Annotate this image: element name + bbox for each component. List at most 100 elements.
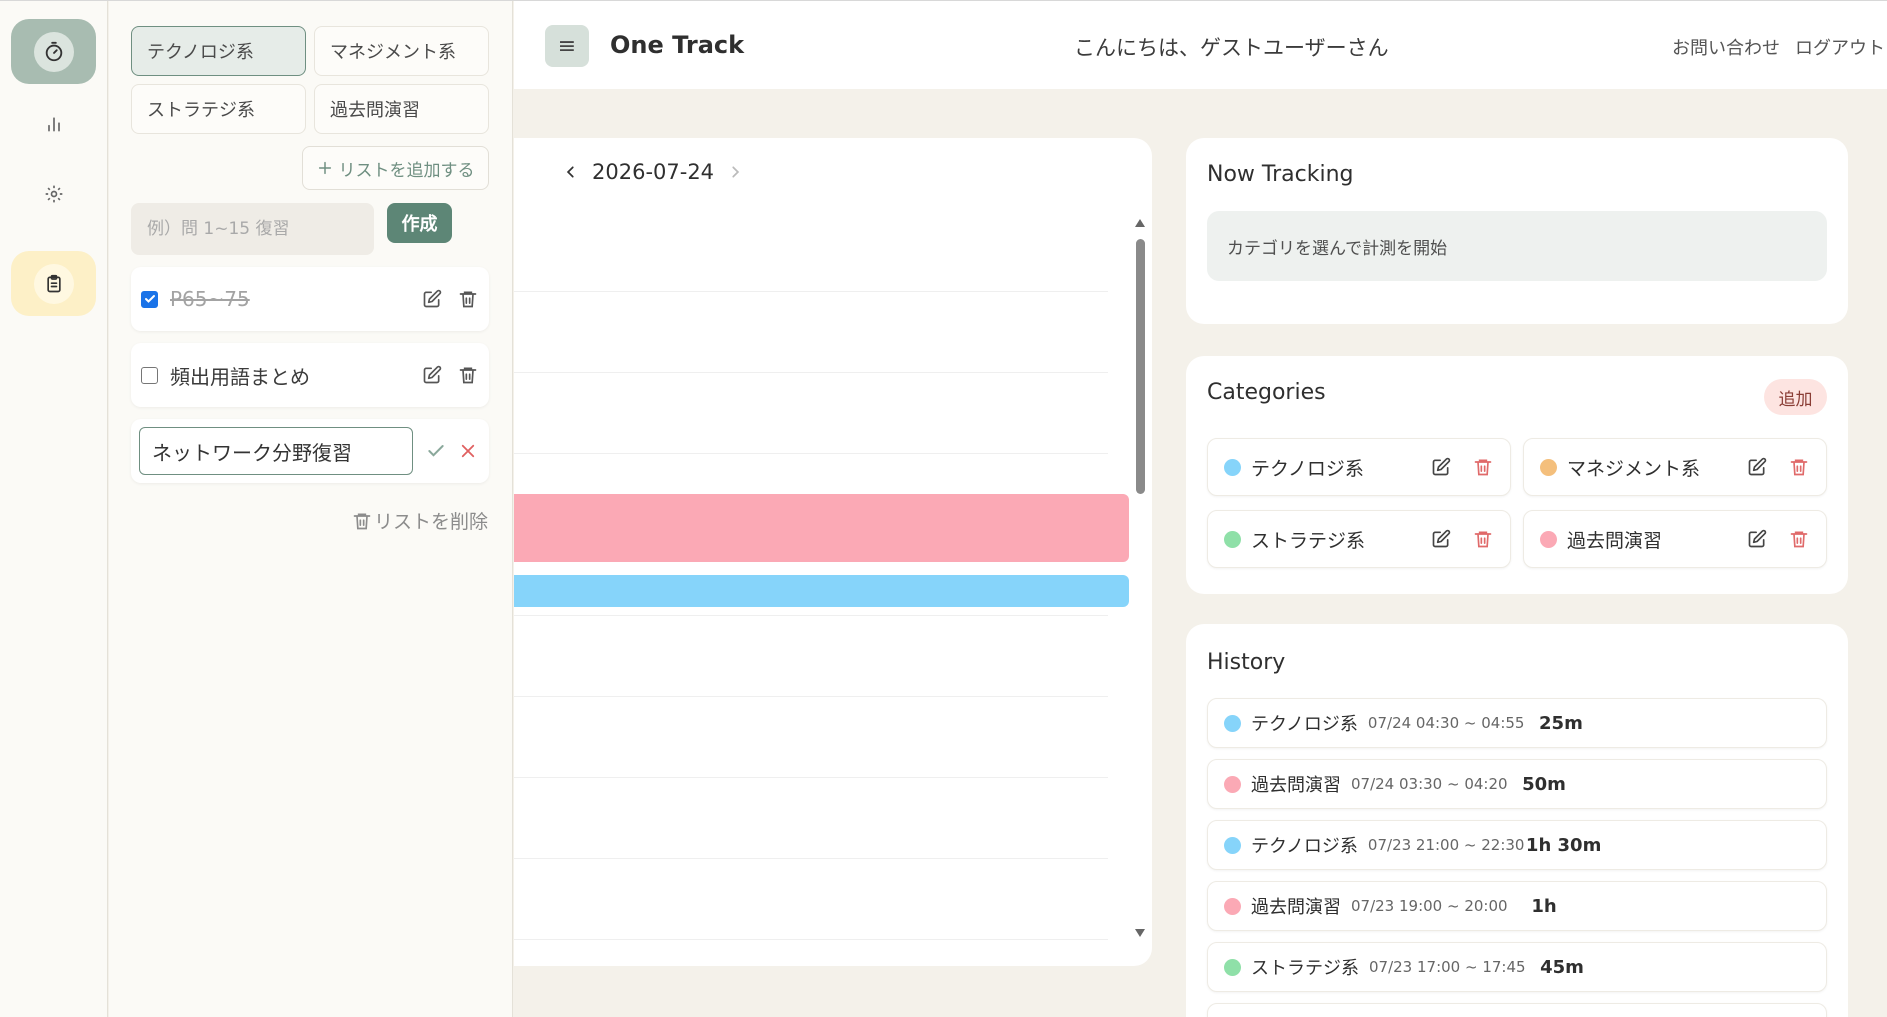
trash-icon	[1474, 531, 1492, 548]
new-todo-input[interactable]	[131, 203, 374, 255]
delete-category-button[interactable]	[1784, 452, 1814, 482]
edit-todo-button[interactable]	[417, 284, 447, 314]
edit-category-button[interactable]	[1742, 524, 1772, 554]
history-item[interactable]: テクノロジ系 07/23 21:00 ~ 22:30 1h 30m	[1207, 820, 1827, 870]
categories-card: Categories 追加 テクノロジ系 マネジメント系 ストラテジ系 過去問演…	[1186, 356, 1848, 594]
category-name: テクノロジ系	[1251, 457, 1364, 480]
tab-technology[interactable]: テクノロジ系	[131, 26, 306, 76]
scrollbar-thumb[interactable]	[1136, 239, 1145, 494]
todo-checkbox[interactable]	[141, 290, 158, 308]
category-color-dot	[1224, 458, 1241, 476]
scroll-up-arrow-icon	[1135, 219, 1145, 227]
app-title: One Track	[610, 31, 745, 59]
history-time: 07/23 17:00 ~ 17:45	[1369, 958, 1526, 976]
todo-text: 頻出用語まとめ	[170, 364, 310, 389]
delete-category-button[interactable]	[1468, 452, 1498, 482]
category-name: ストラテジ系	[1251, 529, 1366, 552]
gear-icon	[34, 174, 74, 214]
timeline-panel: 2026-07-24	[514, 138, 1152, 966]
history-item[interactable]: テクノロジ系 07/24 04:30 ~ 04:55 25m	[1207, 698, 1827, 748]
confirm-edit-button[interactable]	[421, 436, 451, 466]
category-item[interactable]: ストラテジ系	[1207, 510, 1511, 568]
history-time: 07/24 03:30 ~ 04:20	[1351, 775, 1508, 793]
hour-line	[514, 372, 1108, 373]
history-color-dot	[1224, 836, 1241, 854]
hour-line	[514, 291, 1108, 292]
chart-icon	[34, 104, 74, 144]
session-bar[interactable]	[514, 575, 1129, 607]
timer-icon	[33, 31, 74, 72]
hour-line	[514, 696, 1108, 697]
add-list-label: リストを追加する	[338, 160, 475, 181]
todo-panel: テクノロジ系 マネジメント系 ストラテジ系 過去問演習 リストを追加する 作成 …	[109, 1, 513, 1017]
history-card: History テクノロジ系 07/24 04:30 ~ 04:55 25m 過…	[1186, 624, 1848, 1017]
create-button[interactable]: 作成	[387, 203, 452, 243]
hour-line	[514, 777, 1108, 778]
add-category-button[interactable]: 追加	[1764, 379, 1827, 415]
todo-item: 頻出用語まとめ	[131, 343, 489, 407]
history-category: テクノロジ系	[1251, 714, 1358, 735]
delete-category-button[interactable]	[1784, 524, 1814, 554]
cancel-edit-button[interactable]	[453, 436, 483, 466]
delete-category-button[interactable]	[1468, 524, 1498, 554]
edit-todo-input[interactable]	[139, 427, 414, 475]
edit-category-button[interactable]	[1426, 524, 1456, 554]
history-category: ストラテジ系	[1251, 958, 1359, 979]
tab-strategy[interactable]: ストラテジ系	[131, 84, 306, 134]
category-color-dot	[1540, 458, 1557, 476]
prev-day-button[interactable]	[564, 165, 578, 179]
edit-todo-button[interactable]	[417, 360, 447, 390]
edit-category-button[interactable]	[1742, 452, 1772, 482]
next-day-button[interactable]	[728, 165, 742, 179]
history-color-dot	[1224, 714, 1241, 732]
nav-todo[interactable]	[11, 251, 96, 316]
history-item[interactable]: 過去問演習 07/24 03:30 ~ 04:20 50m	[1207, 759, 1827, 809]
nav-stats[interactable]	[11, 91, 96, 156]
edit-category-button[interactable]	[1426, 452, 1456, 482]
history-duration: 50m	[1522, 773, 1566, 795]
menu-button[interactable]: ≡	[545, 25, 589, 67]
category-item[interactable]: 過去問演習	[1523, 510, 1827, 568]
logout-link[interactable]: ログアウト	[1795, 34, 1885, 60]
history-title: History	[1207, 650, 1286, 675]
delete-list-button[interactable]: リストを削除	[352, 507, 488, 534]
trash-icon	[353, 513, 371, 529]
history-duration: 1h 30m	[1525, 834, 1602, 856]
scroll-down-arrow-icon	[1135, 929, 1145, 937]
history-time: 07/23 19:00 ~ 20:00	[1351, 897, 1508, 915]
add-list-button[interactable]: リストを追加する	[302, 146, 489, 190]
now-tracking-message: カテゴリを選んで計測を開始	[1207, 211, 1827, 281]
history-item[interactable]: 過去問演習 07/23 19:00 ~ 20:00 1h	[1207, 881, 1827, 931]
delete-todo-button[interactable]	[453, 360, 483, 390]
nav-timer[interactable]	[11, 19, 96, 84]
contact-link[interactable]: お問い合わせ	[1672, 34, 1780, 60]
category-color-dot	[1540, 530, 1557, 548]
todo-checkbox[interactable]	[141, 366, 158, 384]
todo-text: P65~75	[170, 287, 250, 311]
chevron-right-icon	[732, 166, 740, 178]
plus-icon	[318, 161, 331, 175]
history-duration: 25m	[1539, 712, 1583, 734]
history-category: 過去問演習	[1251, 897, 1341, 918]
todo-item: P65~75	[131, 267, 489, 331]
nav-settings[interactable]	[11, 161, 96, 226]
close-icon	[461, 444, 475, 458]
trash-icon	[1790, 531, 1808, 548]
trash-icon	[1790, 459, 1808, 476]
hour-line	[514, 453, 1108, 454]
tab-management[interactable]: マネジメント系	[314, 26, 489, 76]
categories-title: Categories	[1207, 380, 1326, 405]
history-duration: 45m	[1540, 956, 1584, 978]
history-item[interactable]	[1207, 1003, 1827, 1017]
category-item[interactable]: テクノロジ系	[1207, 438, 1511, 496]
history-item[interactable]: ストラテジ系 07/23 17:00 ~ 17:45 45m	[1207, 942, 1827, 992]
nav-rail	[0, 1, 108, 1017]
tab-past-exams[interactable]: 過去問演習	[314, 84, 489, 134]
history-time: 07/24 04:30 ~ 04:55	[1367, 714, 1525, 732]
delete-todo-button[interactable]	[453, 284, 483, 314]
category-color-dot	[1224, 530, 1241, 548]
category-item[interactable]: マネジメント系	[1523, 438, 1827, 496]
clipboard-icon	[33, 263, 74, 304]
edit-icon	[1748, 529, 1767, 548]
session-bar[interactable]	[514, 494, 1129, 562]
